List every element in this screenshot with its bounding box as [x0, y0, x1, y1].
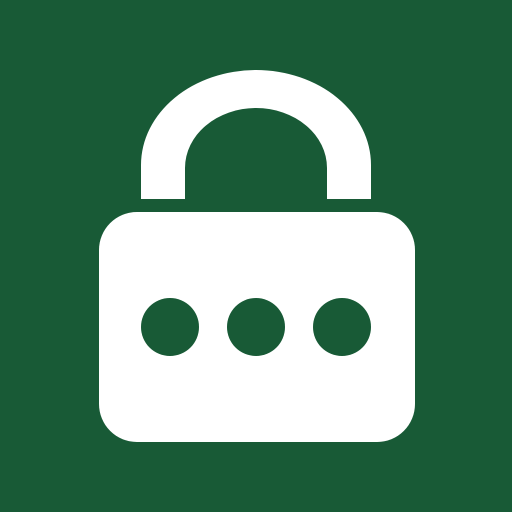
lock-password-icon: [0, 0, 512, 512]
password-dot: [141, 298, 199, 356]
password-dot: [227, 298, 285, 356]
password-dots: [141, 298, 371, 356]
app-icon-canvas: [0, 0, 512, 512]
password-dot: [313, 298, 371, 356]
